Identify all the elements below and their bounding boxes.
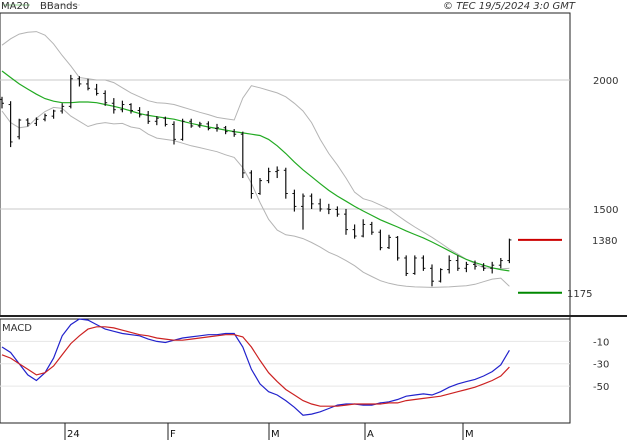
chart-canvas: MA20 BBands © TEC 19/5/2024 3:0 GMT MACD… xyxy=(0,0,627,440)
price-tick-label: 1500 xyxy=(593,205,618,216)
support-level-label: 1175 xyxy=(567,289,592,300)
x-axis-tick-label: M xyxy=(465,429,474,440)
price-tick-label: 2000 xyxy=(593,76,618,87)
x-axis-tick-label: A xyxy=(367,429,374,440)
macd-tick-label: -30 xyxy=(593,360,609,371)
bbands-legend-label: BBands xyxy=(40,1,78,12)
resistance-level-label: 1380 xyxy=(592,236,617,247)
x-axis-tick-label: F xyxy=(170,429,176,440)
macd-tick-label: -10 xyxy=(593,337,609,348)
macd-panel-title: MACD xyxy=(2,323,32,334)
ma20-legend-label: MA20 xyxy=(1,1,29,12)
macd-tick-label: -50 xyxy=(593,382,609,393)
x-axis-tick-label: 24 xyxy=(67,429,80,440)
background xyxy=(0,0,627,440)
copyright-notice: © TEC 19/5/2024 3:0 GMT xyxy=(443,1,576,12)
x-axis-tick-label: M xyxy=(271,429,280,440)
